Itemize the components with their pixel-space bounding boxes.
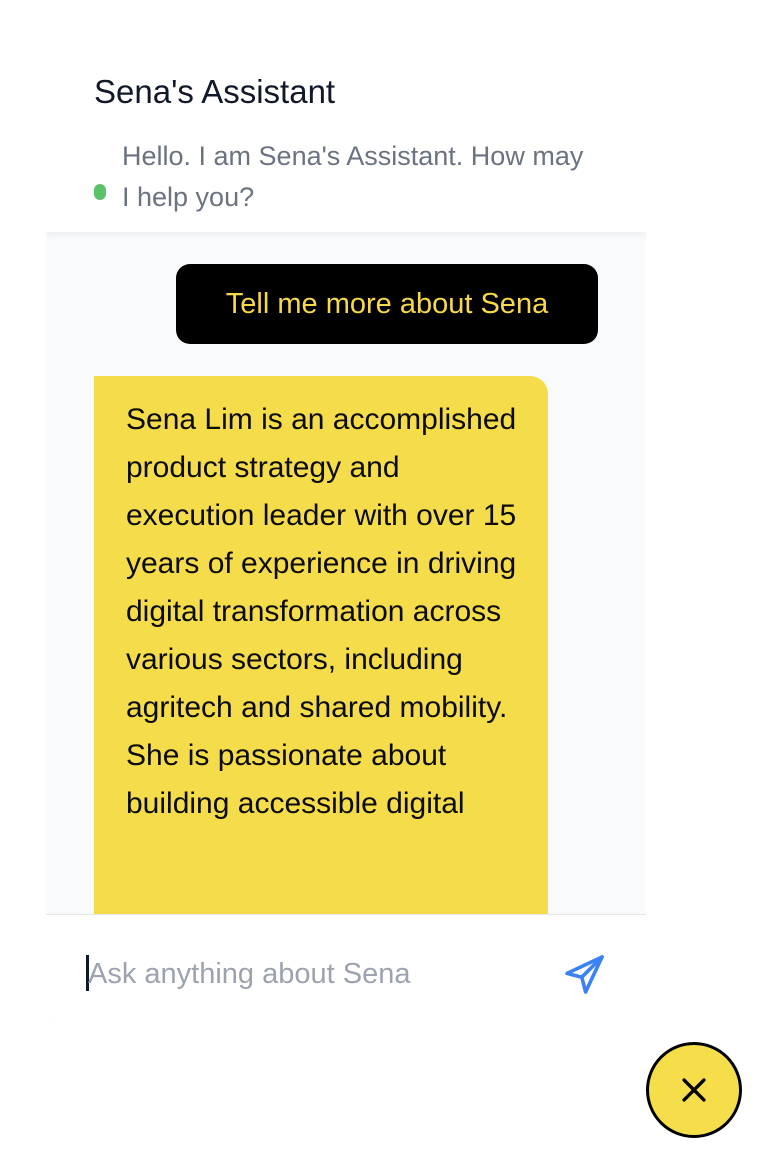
chat-header: Sena's Assistant Hello. I am Sena's Assi…	[46, 32, 646, 232]
assistant-title: Sena's Assistant	[94, 73, 336, 110]
message-list[interactable]: Tell me more about Sena Sena Lim is an a…	[46, 232, 646, 914]
send-icon	[565, 955, 604, 994]
assistant-greeting: Hello. I am Sena's Assistant. How may I …	[122, 141, 584, 212]
user-message: Tell me more about Sena	[176, 264, 598, 344]
close-chat-button[interactable]	[646, 1042, 742, 1138]
assistant-message: Sena Lim is an accomplished product stra…	[94, 376, 548, 914]
close-icon	[682, 1078, 706, 1102]
send-button[interactable]	[556, 947, 612, 1003]
chat-input[interactable]	[88, 949, 548, 999]
chat-composer	[46, 914, 646, 1032]
chat-window: Sena's Assistant Hello. I am Sena's Assi…	[46, 32, 646, 1032]
online-status-indicator	[94, 184, 106, 200]
